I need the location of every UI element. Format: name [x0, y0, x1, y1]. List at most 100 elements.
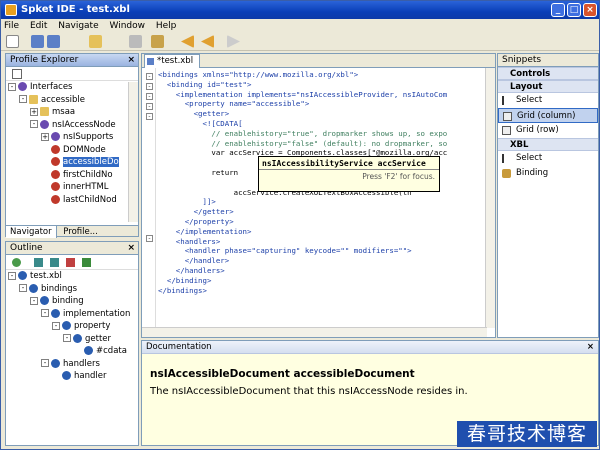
collapse-icon[interactable]: - [19, 284, 27, 292]
horizontal-scrollbar[interactable] [142, 327, 487, 337]
code-line: </bindings> [158, 285, 207, 295]
close-icon[interactable]: × [127, 242, 135, 255]
collapse-icon[interactable]: - [19, 95, 27, 103]
maximize-icon[interactable]: □ [567, 3, 581, 17]
collapse-icon[interactable]: - [30, 120, 38, 128]
tree-item[interactable]: - accessible [6, 94, 126, 107]
filter-icon[interactable] [50, 258, 59, 267]
menu-window[interactable]: Window [110, 19, 146, 33]
menu-navigate[interactable]: Navigate [58, 19, 98, 33]
sync-icon[interactable] [12, 258, 21, 267]
collapse-icon[interactable]: - [52, 321, 60, 330]
save-icon[interactable] [31, 35, 44, 48]
snippet-group-layout[interactable]: Layout [498, 80, 598, 93]
tree-item[interactable]: - getter [6, 333, 138, 346]
collapse-icon[interactable]: - [8, 271, 16, 280]
tree-item[interactable]: - binding [6, 295, 138, 308]
new-file-icon[interactable] [6, 35, 19, 48]
tree-item[interactable]: + msaa [6, 106, 126, 119]
filter-icon[interactable] [12, 69, 22, 79]
editor-tab-label: *test.xbl [157, 56, 194, 66]
fold-icon[interactable]: - [146, 93, 153, 100]
tree-item[interactable]: - Interfaces [6, 81, 126, 94]
panel-title: Snippets [502, 55, 542, 65]
tree-item[interactable]: - bindings [6, 283, 138, 296]
expand-icon[interactable]: + [41, 132, 49, 141]
tree-item[interactable]: innerHTML [6, 181, 126, 194]
title-bar[interactable]: Spket IDE - test.xbl _ □ × [1, 1, 599, 19]
tree-item-label: innerHTML [63, 182, 109, 192]
bookmark-icon[interactable] [151, 35, 164, 48]
fold-icon[interactable]: - [146, 113, 153, 120]
snippet-group-xbl[interactable]: XBL [498, 138, 598, 151]
popup-signature: nsIAccessibilityService accService [259, 157, 439, 170]
menu-edit[interactable]: Edit [30, 19, 47, 33]
tree-item-label: #cdata [96, 346, 127, 356]
snippet-item[interactable]: Binding [498, 166, 598, 181]
snippet-item[interactable]: Select [498, 151, 598, 166]
vertical-scrollbar[interactable] [128, 82, 138, 222]
menu-file[interactable]: File [4, 19, 19, 33]
fold-icon[interactable]: - [146, 103, 153, 110]
snippet-item[interactable]: Select [498, 93, 598, 108]
code-line: <property name="accessible"> [158, 99, 310, 109]
fold-icon[interactable]: - [146, 235, 153, 242]
vertical-scrollbar[interactable] [485, 68, 495, 328]
tree-item[interactable]: - nsIAccessNode [6, 119, 126, 132]
open-folder-icon[interactable] [89, 35, 102, 48]
tree-item[interactable]: lastChildNod [6, 194, 126, 207]
snippet-group-label: Layout [510, 82, 543, 92]
tree-item[interactable]: firstChildNo [6, 169, 126, 182]
run-icon[interactable] [129, 35, 142, 48]
expand-icon[interactable]: + [30, 107, 38, 116]
profile-toolbar [6, 67, 138, 81]
sort-icon[interactable] [34, 258, 43, 267]
editor-tab[interactable]: *test.xbl [144, 54, 201, 68]
tree-item-label: accessible [41, 94, 85, 105]
close-icon[interactable]: × [127, 54, 135, 67]
tree-item[interactable]: accessibleDo [6, 156, 126, 169]
tree-item-label: bindings [41, 283, 78, 294]
collapse-icon[interactable]: - [41, 359, 49, 367]
code-line: <handler phase="capturing" keycode="" mo… [158, 246, 412, 256]
collapse-icon[interactable]: - [63, 334, 71, 342]
outline-toolbar [6, 255, 138, 270]
history-back-icon[interactable] [201, 35, 214, 48]
tree-item[interactable]: - implementation [6, 308, 138, 321]
close-icon[interactable]: × [587, 341, 594, 353]
snippet-item[interactable]: Grid (column) [498, 108, 598, 123]
tab-profile[interactable]: Profile... [59, 226, 102, 238]
back-icon[interactable] [181, 35, 194, 48]
tab-navigator[interactable]: Navigator [6, 226, 57, 238]
profile-explorer-header: Profile Explorer × [6, 54, 138, 67]
property-icon [51, 169, 60, 179]
close-icon[interactable]: × [583, 3, 597, 17]
hide-static-icon[interactable] [82, 258, 91, 267]
content-assist-popup[interactable]: nsIAccessibilityService accService Press… [258, 156, 440, 192]
minimize-icon[interactable]: _ [551, 3, 565, 17]
element-icon [51, 358, 60, 368]
snippet-label: Binding [516, 168, 549, 178]
snippet-item[interactable]: Grid (row) [498, 123, 598, 138]
tree-item[interactable]: + nsISupports [6, 131, 126, 144]
tree-item[interactable]: handler [6, 370, 138, 383]
collapse-icon[interactable]: - [30, 296, 38, 305]
fold-icon[interactable]: - [146, 73, 153, 80]
tree-item[interactable]: DOMNode [6, 144, 126, 157]
collapse-icon[interactable]: - [41, 309, 49, 317]
property-icon [51, 144, 60, 154]
editor-panel: *test.xbl - - - - - - <bindings xmlns="h… [141, 53, 496, 338]
tree-item[interactable]: - handlers [6, 358, 138, 371]
tree-item[interactable]: - property [6, 320, 138, 333]
collapse-icon[interactable]: - [8, 82, 16, 91]
save-all-icon[interactable] [47, 35, 60, 48]
hide-fields-icon[interactable] [66, 258, 75, 267]
tree-item[interactable]: #cdata [6, 345, 138, 358]
snippet-group-controls[interactable]: Controls [498, 67, 598, 80]
tree-item-label: DOMNode [63, 144, 106, 155]
menu-help[interactable]: Help [156, 19, 177, 33]
forward-icon[interactable] [227, 35, 240, 48]
fold-icon[interactable]: - [146, 83, 153, 90]
code-line: </handler> [158, 256, 230, 266]
tree-item[interactable]: - test.xbl [6, 270, 138, 283]
